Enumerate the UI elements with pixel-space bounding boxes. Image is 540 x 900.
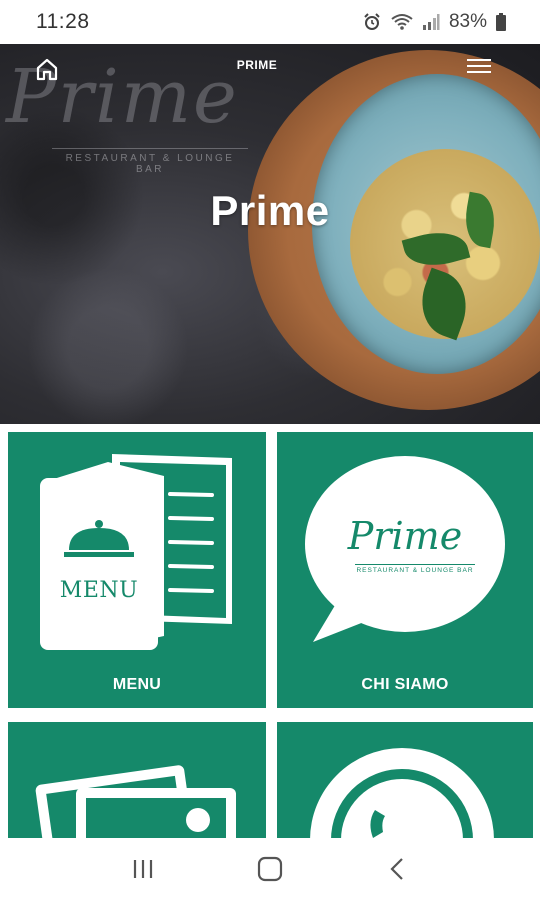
home-icon[interactable] [34,56,60,82]
alarm-icon [362,12,382,32]
menu-book-icon [40,454,232,650]
hero-title: Prime [210,187,330,234]
tile-label-chi-siamo: CHI SIAMO [361,676,449,693]
status-time: 11:28 [36,10,90,33]
recent-apps-icon[interactable] [123,849,163,889]
status-icons: 83% [362,11,506,33]
tile-chi-siamo[interactable]: Prime RESTAURANT & LOUNGE BAR CHI SIAMO [277,432,533,708]
tile-menu[interactable]: MENU MENU [8,432,266,708]
signal-icon [422,13,440,31]
battery-icon [496,13,506,31]
brand-subtitle: RESTAURANT & LOUNGE BAR [52,148,248,175]
wifi-icon [391,13,413,31]
home-nav-icon[interactable] [250,849,290,889]
menu-icon-text: MENU [59,578,139,603]
status-bar: 11:28 83% [0,0,540,44]
tile-label-menu: MENU [112,676,162,693]
nav-title: PRIME [236,58,278,72]
hamburger-menu-icon[interactable] [467,56,491,76]
chi-logo-subtitle: RESTAURANT & LOUNGE BAR [355,564,475,574]
chi-logo-script: Prime [347,514,463,558]
back-icon[interactable] [377,849,417,889]
battery-percentage: 83% [448,11,487,32]
android-nav-bar [0,838,540,900]
